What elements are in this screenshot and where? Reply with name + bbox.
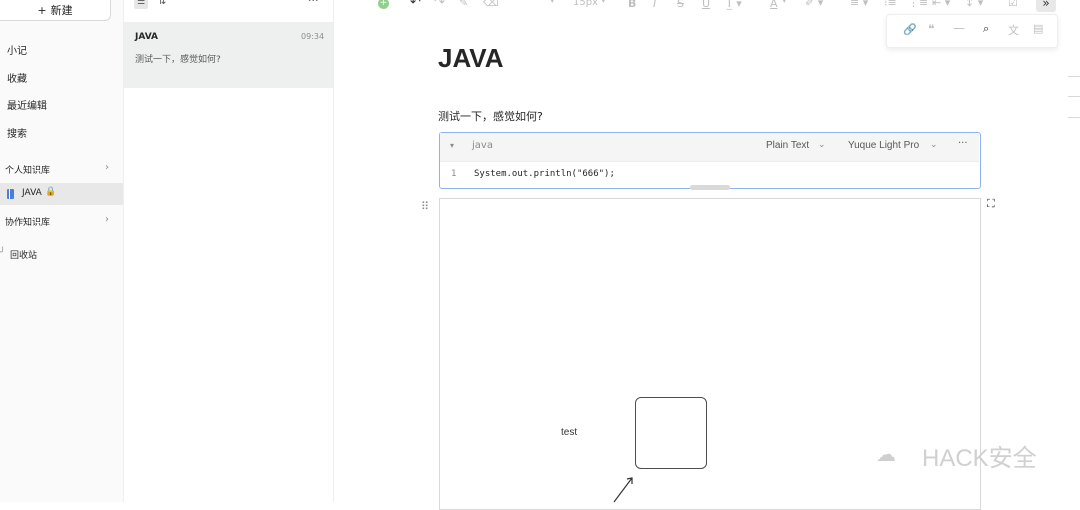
- sidebar-item-search[interactable]: 搜索: [7, 125, 27, 140]
- bold-button[interactable]: B: [628, 0, 636, 10]
- resize-handle[interactable]: [690, 185, 730, 190]
- chevron-down-icon[interactable]: ⌄: [818, 140, 826, 150]
- font-size-select[interactable]: 15px: [573, 0, 598, 8]
- chevron-down-icon[interactable]: ▾: [550, 0, 555, 6]
- sidebar-item-favorites[interactable]: 收藏: [7, 70, 27, 85]
- add-block-icon[interactable]: +: [378, 0, 389, 9]
- plus-icon: +: [37, 3, 47, 17]
- code-line[interactable]: System.out.println("666");: [474, 169, 615, 179]
- outline-marker[interactable]: [1068, 96, 1080, 97]
- divider-icon[interactable]: —: [953, 21, 965, 35]
- font-color-button[interactable]: A: [770, 0, 778, 10]
- strikethrough-button[interactable]: S: [677, 0, 684, 10]
- doc-item-snippet: 测试一下，感觉如何?: [135, 55, 221, 65]
- sidebar-item-trash[interactable]: 回收站: [10, 248, 37, 261]
- doc-title[interactable]: JAVA: [438, 43, 504, 74]
- quote-icon[interactable]: ❝: [928, 22, 934, 36]
- new-button[interactable]: + 新建: [0, 0, 111, 21]
- sidebar-item-collab-library[interactable]: 协作知识库: [5, 215, 50, 228]
- tree-view-icon[interactable]: ⇅: [158, 0, 166, 7]
- text-style-icon[interactable]: T̲ ▾: [726, 0, 742, 10]
- italic-button[interactable]: I: [653, 0, 656, 10]
- doc-list-item[interactable]: JAVA 09:34 测试一下，感觉如何?: [124, 22, 333, 88]
- lock-icon: 🔒: [45, 187, 57, 197]
- sidebar-item-recent[interactable]: 最近编辑: [7, 97, 47, 112]
- outline-marker[interactable]: [1068, 76, 1080, 77]
- indent-icon[interactable]: ⇤ ▾: [932, 0, 950, 9]
- code-line-number: 1: [451, 169, 457, 179]
- collapse-caret-icon[interactable]: ▾: [450, 141, 454, 150]
- code-language[interactable]: java: [472, 140, 493, 151]
- translate-icon[interactable]: 文: [1008, 22, 1019, 38]
- drag-handle-icon[interactable]: ⠿: [421, 200, 429, 213]
- doc-item-title: JAVA: [135, 32, 159, 42]
- highlight-icon[interactable]: ✐ ▾: [805, 0, 823, 9]
- document-icon[interactable]: ▤: [1033, 22, 1043, 35]
- undo-icon[interactable]: ↶: [410, 0, 421, 10]
- code-more-button[interactable]: ···: [958, 138, 968, 149]
- drawing-rectangle[interactable]: [635, 397, 707, 469]
- outline-marker[interactable]: [1068, 117, 1080, 118]
- code-mode-select[interactable]: Plain Text: [766, 140, 809, 151]
- chevron-right-icon[interactable]: ›: [105, 162, 109, 173]
- floating-toolbar: 🔗 ❝ — ⌕ 文 ▤: [886, 14, 1058, 48]
- wechat-icon: ☁: [876, 442, 896, 466]
- chevron-down-icon[interactable]: ▾: [601, 0, 606, 6]
- drawing-arrow[interactable]: [610, 474, 636, 504]
- bullet-list-icon[interactable]: ⁝≡: [884, 0, 897, 9]
- underline-button[interactable]: U: [702, 0, 710, 10]
- chevron-right-icon[interactable]: ›: [105, 214, 109, 225]
- search-doc-icon[interactable]: ⌕: [983, 22, 989, 36]
- link-icon[interactable]: 🔗: [903, 23, 917, 36]
- fullscreen-icon[interactable]: ⛶: [987, 197, 995, 211]
- drawing-board[interactable]: [439, 198, 981, 510]
- more-icon[interactable]: ···: [308, 0, 319, 7]
- paragraph[interactable]: 测试一下，感觉如何?: [438, 108, 543, 124]
- trash-icon: ╯: [0, 248, 6, 258]
- align-icon[interactable]: ≡ ▾: [850, 0, 868, 9]
- list-view-icon[interactable]: ☰: [134, 0, 148, 9]
- line-height-icon[interactable]: ↕ ▾: [965, 0, 983, 9]
- clear-format-icon[interactable]: ⌫: [483, 0, 499, 9]
- code-theme-select[interactable]: Yuque Light Pro: [848, 140, 919, 151]
- code-block-header: ▾ java Plain Text ⌄ Yuque Light Pro ⌄ ··…: [440, 133, 979, 162]
- drawing-text[interactable]: test: [561, 427, 577, 438]
- format-painter-icon[interactable]: ✎: [459, 0, 468, 9]
- ordered-list-icon[interactable]: ⋮≡: [908, 0, 928, 9]
- book-icon: [7, 189, 14, 199]
- redo-icon[interactable]: ↷: [434, 0, 445, 10]
- sidebar-item-notes[interactable]: 小记: [7, 42, 27, 57]
- chevron-down-icon[interactable]: ⌄: [930, 140, 938, 150]
- doc-item-time: 09:34: [301, 32, 325, 41]
- sidebar-item-personal-library[interactable]: 个人知识库: [5, 163, 50, 176]
- collapse-toolbar-button[interactable]: »: [1036, 0, 1056, 12]
- checkbox-icon[interactable]: ☑: [1008, 0, 1018, 9]
- chevron-down-icon[interactable]: ▾: [782, 0, 787, 6]
- watermark: HACK安全: [922, 445, 1037, 472]
- sidebar-item-java[interactable]: JAVA 🔒: [0, 183, 123, 205]
